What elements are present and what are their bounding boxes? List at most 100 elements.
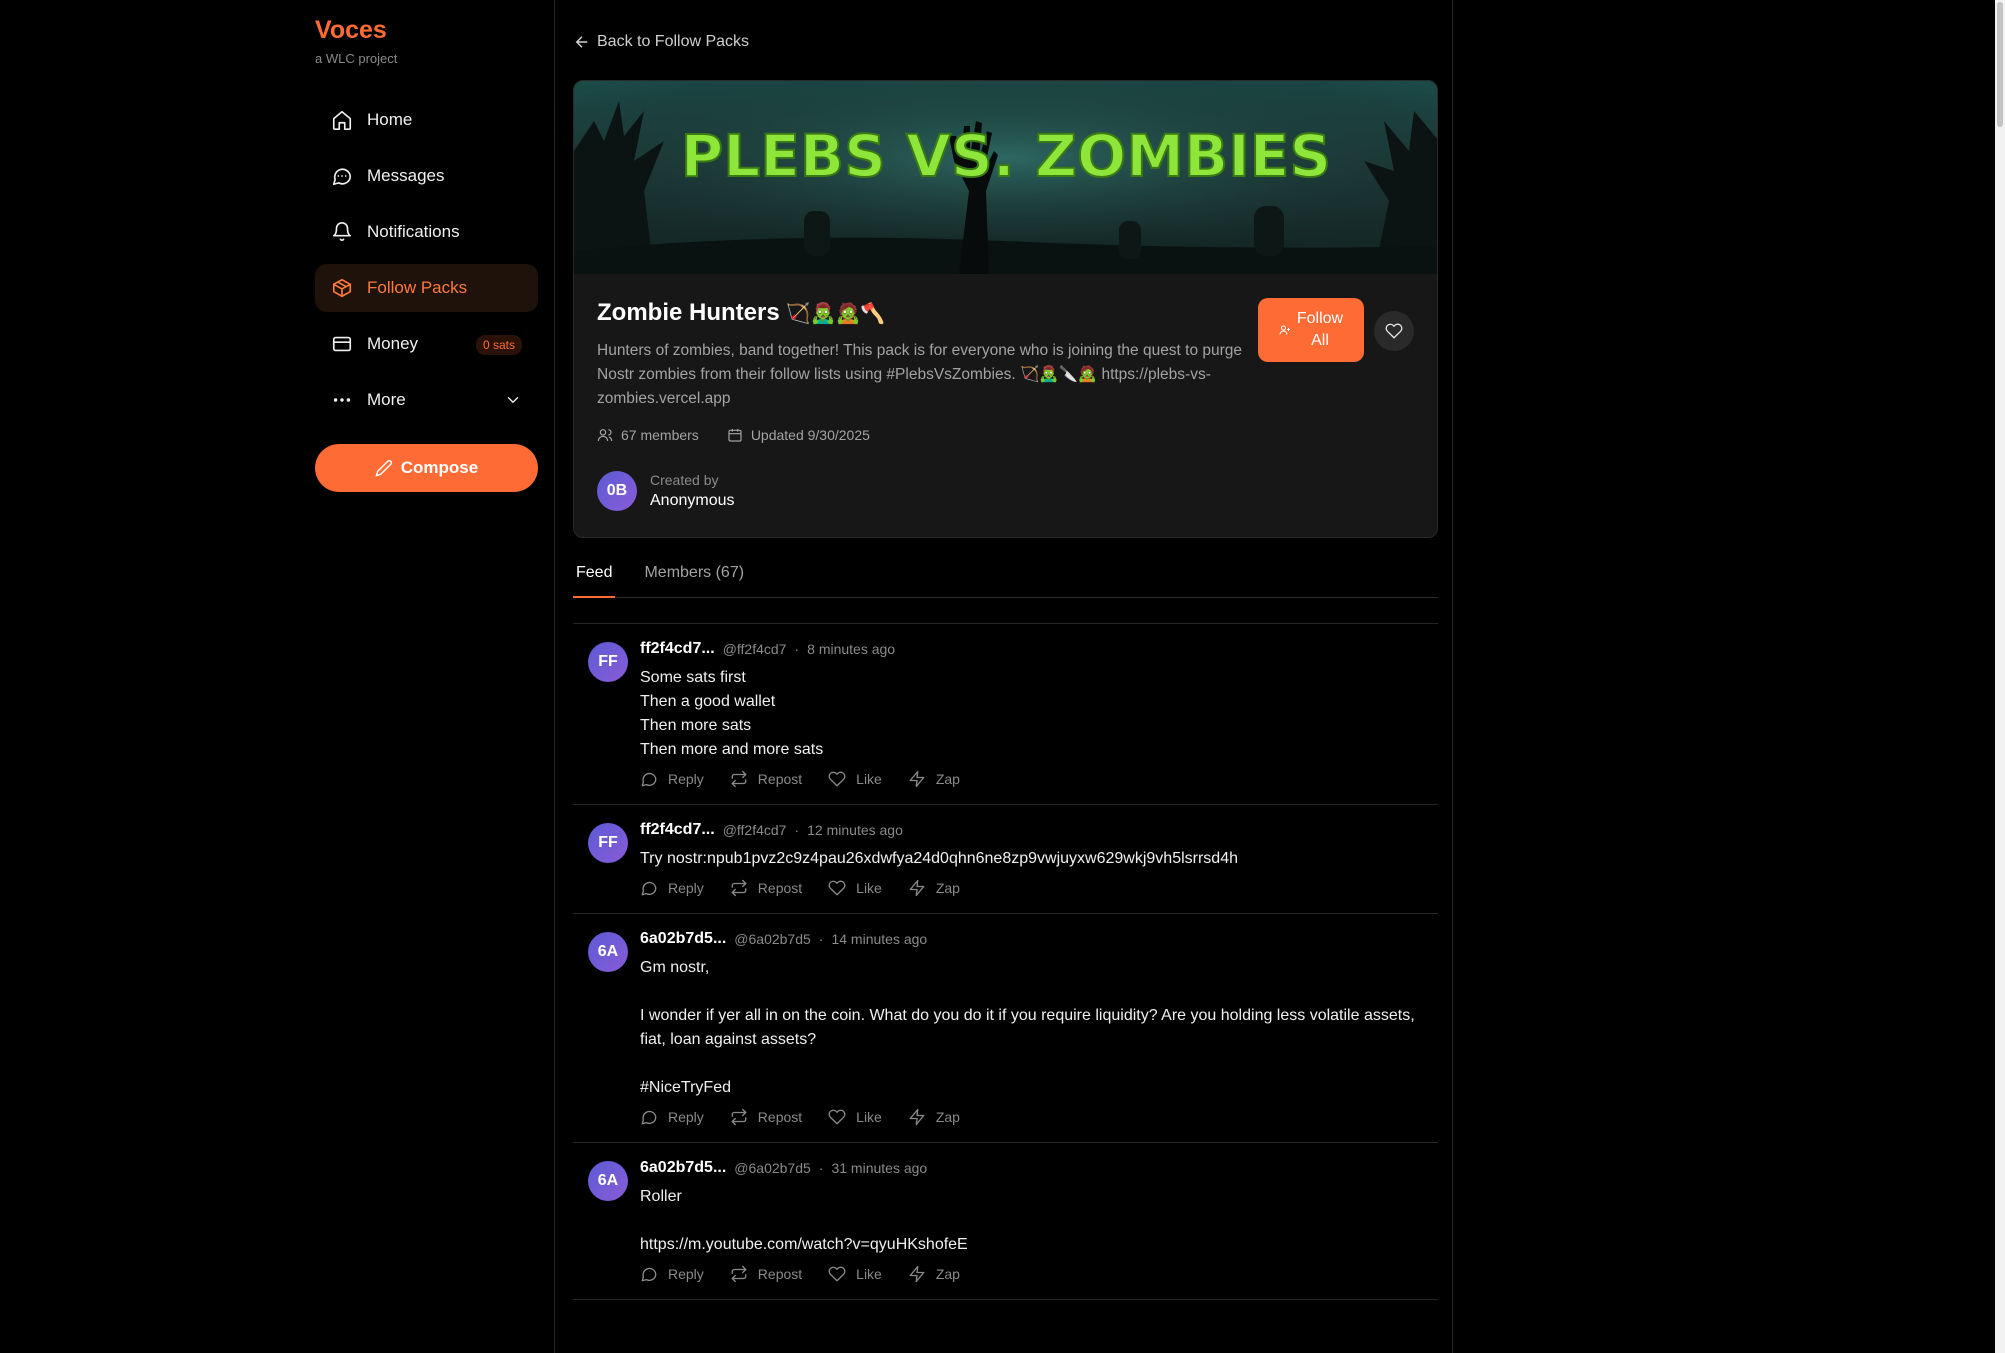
calendar-icon — [728, 429, 742, 442]
repost-label: Repost — [757, 1266, 803, 1282]
favorite-button[interactable] — [1374, 311, 1414, 351]
avatar[interactable]: 6A — [588, 1161, 628, 1201]
zap-icon — [909, 770, 925, 788]
post-header: ff2f4cd7... @ff2f4cd7 · 8 minutes ago — [640, 640, 1438, 658]
repost-button[interactable]: Repost — [730, 1265, 802, 1283]
nav-item-follow-packs[interactable]: Follow Packs — [315, 264, 538, 312]
pack-creator[interactable]: 0B Created by Anonymous — [597, 471, 735, 511]
zap-label: Zap — [935, 771, 960, 787]
reply-label: Reply — [668, 1266, 704, 1282]
zap-button[interactable]: Zap — [908, 770, 960, 788]
nav-item-home[interactable]: Home — [315, 96, 538, 144]
like-label: Like — [856, 880, 882, 896]
money-balance-badge: 0 sats — [475, 335, 522, 355]
nav-label-money: Money — [367, 334, 419, 353]
reply-button[interactable]: Reply — [640, 1108, 704, 1126]
author-handle: @6a02b7d5 — [734, 931, 811, 947]
tab-members[interactable]: Members (67) — [641, 556, 747, 598]
nav-item-notifications[interactable]: Notifications — [315, 208, 538, 256]
tab-feed[interactable]: Feed — [573, 556, 616, 598]
post-time[interactable]: 14 minutes ago — [831, 931, 927, 947]
post-time[interactable]: 31 minutes ago — [831, 1160, 927, 1176]
author-name[interactable]: ff2f4cd7... — [640, 640, 715, 658]
like-button[interactable]: Like — [828, 1265, 882, 1283]
heart-icon — [828, 1266, 846, 1282]
post-content: Gm nostr, I wonder if yer all in on the … — [640, 959, 1415, 1096]
zap-icon — [909, 1265, 925, 1283]
avatar[interactable]: FF — [588, 823, 628, 863]
pack-title-emoji: 🏹🧟‍♂️🧟🪓 — [785, 303, 886, 325]
zap-button[interactable]: Zap — [908, 1265, 960, 1283]
like-label: Like — [856, 1109, 882, 1125]
users-icon — [597, 429, 613, 442]
like-button[interactable]: Like — [828, 770, 882, 788]
post-content: Try nostr:npub1pvz2c9z4pau26xdwfya24d0qh… — [640, 850, 1238, 867]
follow-all-label-line1: Follow — [1296, 310, 1344, 327]
reply-button[interactable]: Reply — [640, 770, 704, 788]
post-time[interactable]: 8 minutes ago — [807, 641, 895, 657]
avatar[interactable]: FF — [588, 642, 628, 682]
avatar[interactable]: 0B — [597, 471, 637, 511]
scrollbar-thumb[interactable] — [1997, 2, 2003, 127]
repost-button[interactable]: Repost — [730, 770, 802, 788]
follow-all-button[interactable]: Follow All — [1258, 298, 1364, 362]
like-button[interactable]: Like — [828, 879, 882, 897]
sidebar: Voces a WLC project Home Messages Notifi… — [0, 0, 555, 1353]
compose-label: Compose — [400, 458, 479, 477]
separator-dot: · — [794, 641, 800, 657]
feed-post[interactable]: FF ff2f4cd7... @ff2f4cd7 · 12 minutes ag… — [573, 805, 1438, 914]
brand-title[interactable]: Voces — [315, 16, 397, 45]
nav-label-messages: Messages — [367, 166, 445, 185]
post-time[interactable]: 12 minutes ago — [807, 822, 903, 838]
reply-button[interactable]: Reply — [640, 1265, 704, 1283]
separator-dot: · — [818, 931, 824, 947]
nav-item-money[interactable]: Money 0 sats — [315, 320, 538, 368]
brand[interactable]: Voces a WLC project — [315, 16, 397, 66]
pack-banner-image: PLEBS VS. ZOMBIES — [574, 81, 1437, 274]
nav-item-messages[interactable]: Messages — [315, 152, 538, 200]
author-name[interactable]: 6a02b7d5... — [640, 930, 726, 948]
follow-all-label-line2: All — [1311, 332, 1329, 349]
nav-label-notifications: Notifications — [367, 222, 460, 241]
banner-illustration: PLEBS VS. ZOMBIES — [574, 81, 1437, 274]
repost-icon — [731, 879, 747, 897]
reply-button[interactable]: Reply — [640, 879, 704, 897]
arrow-left-icon — [575, 36, 588, 48]
bell-icon — [332, 222, 352, 241]
main-content: Back to Follow Packs PLEBS VS. ZOMBIES Z… — [555, 0, 1453, 1353]
feed-post[interactable]: FF ff2f4cd7... @ff2f4cd7 · 8 minutes ago… — [573, 624, 1438, 805]
author-name[interactable]: 6a02b7d5... — [640, 1159, 726, 1177]
reply-icon — [641, 1267, 657, 1282]
reply-icon — [641, 1110, 657, 1125]
page-scrollbar[interactable] — [1995, 0, 2005, 1353]
zap-button[interactable]: Zap — [908, 879, 960, 897]
creator-name[interactable]: Anonymous — [650, 492, 735, 510]
avatar[interactable]: 6A — [588, 932, 628, 972]
zap-label: Zap — [935, 1266, 960, 1282]
post-actions: Reply Repost Like Zap — [640, 879, 1438, 897]
main-nav: Home Messages Notifications Follow Packs… — [315, 96, 538, 432]
repost-label: Repost — [757, 771, 803, 787]
created-by-label: Created by — [650, 472, 719, 488]
feed-post[interactable]: 6A 6a02b7d5... @6a02b7d5 · 14 minutes ag… — [573, 914, 1438, 1143]
reply-icon — [641, 881, 657, 896]
back-link[interactable]: Back to Follow Packs — [573, 33, 749, 51]
repost-label: Repost — [757, 1109, 803, 1125]
repost-button[interactable]: Repost — [730, 879, 802, 897]
nav-label-follow-packs: Follow Packs — [367, 278, 468, 297]
post-actions: Reply Repost Like Zap — [640, 770, 1438, 788]
follow-pack-card: PLEBS VS. ZOMBIES Zombie Hunters 🏹🧟‍♂️🧟🪓 … — [573, 80, 1438, 538]
reply-label: Reply — [668, 1109, 704, 1125]
message-icon — [332, 168, 352, 186]
post-content: Some sats first Then a good wallet Then … — [640, 669, 824, 758]
author-name[interactable]: ff2f4cd7... — [640, 821, 715, 839]
wallet-icon — [332, 336, 352, 352]
zap-button[interactable]: Zap — [908, 1108, 960, 1126]
repost-button[interactable]: Repost — [730, 1108, 802, 1126]
compose-button[interactable]: Compose — [315, 444, 538, 492]
reply-label: Reply — [668, 880, 704, 896]
zap-label: Zap — [935, 880, 960, 896]
nav-item-more[interactable]: More — [315, 376, 538, 424]
feed-post[interactable]: 6A 6a02b7d5... @6a02b7d5 · 31 minutes ag… — [573, 1143, 1438, 1300]
like-button[interactable]: Like — [828, 1108, 882, 1126]
